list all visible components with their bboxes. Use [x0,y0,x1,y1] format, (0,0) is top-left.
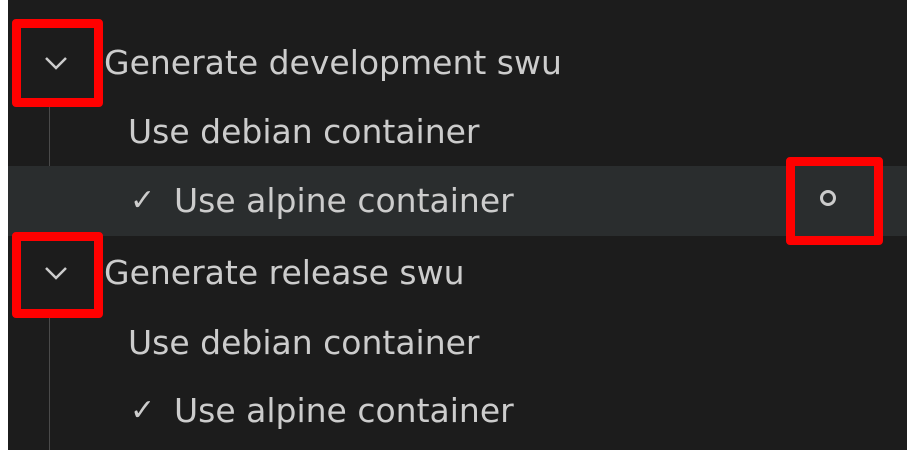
tree-item-dev-debian[interactable]: Use debian container [8,97,907,167]
tree-item-release-alpine[interactable]: ✓ Use alpine container [8,376,907,446]
tree-group-development[interactable]: Generate development swu [8,28,907,98]
check-icon: ✓ [130,183,156,218]
circle-outline-icon[interactable] [820,190,836,206]
tree-item-label: Use alpine container [174,391,514,430]
tree-item-dev-alpine[interactable]: ✓ Use alpine container [8,166,907,236]
partial-tree-item: ' ' ' ' [104,0,172,14]
tree-group-label: Generate release swu [104,253,465,292]
tree-item-label: Use debian container [128,323,480,362]
chevron-down-icon[interactable] [41,258,71,288]
check-icon: ✓ [130,393,156,428]
tree-group-release[interactable]: Generate release swu [8,238,907,308]
tree-group-label: Generate development swu [104,43,562,82]
tree-item-label: Use alpine container [174,181,514,220]
tree-item-label: Use debian container [128,112,480,151]
chevron-down-icon[interactable] [41,48,71,78]
tree-item-release-debian[interactable]: Use debian container [8,308,907,378]
task-tree-panel: ' ' ' ' Generate development swu Use deb… [8,0,907,450]
